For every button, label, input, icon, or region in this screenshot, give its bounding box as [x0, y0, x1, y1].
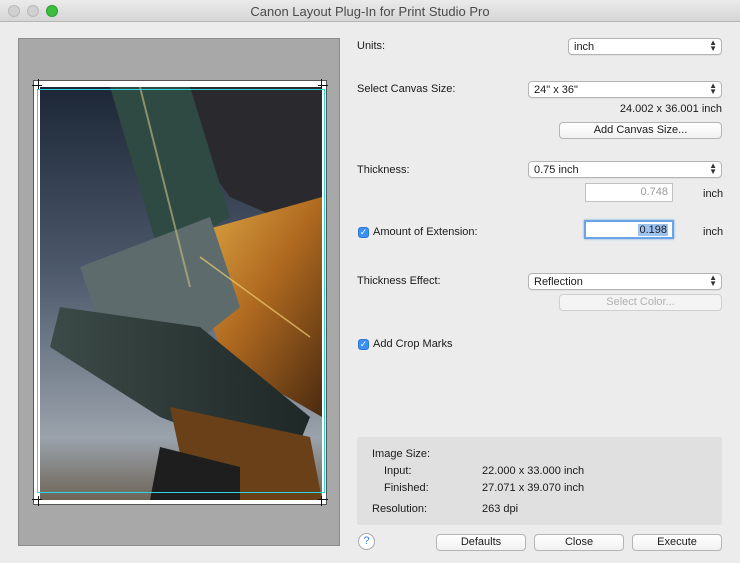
close-button[interactable]: Close	[534, 534, 624, 551]
crop-mark	[321, 79, 322, 89]
crop-mark	[318, 85, 328, 86]
input-value: 22.000 x 33.000 inch	[482, 465, 585, 477]
thickness-label: Thickness:	[357, 164, 410, 176]
title-bar: Canon Layout Plug-In for Print Studio Pr…	[0, 0, 740, 22]
stepper-chevron-icon: ▲ ▼	[709, 81, 717, 96]
stepper-chevron-icon: ▲ ▼	[709, 38, 717, 53]
finished-label: Finished:	[384, 482, 429, 494]
select-color-button[interactable]: Select Color...	[559, 294, 722, 311]
thickness-unit: inch	[703, 188, 724, 200]
crop-mark	[38, 79, 39, 89]
resolution-value: 263 dpi	[482, 503, 519, 515]
crop-mark	[38, 496, 39, 506]
window-title: Canon Layout Plug-In for Print Studio Pr…	[250, 4, 490, 19]
stepper-chevron-icon: ▲ ▼	[709, 161, 717, 176]
extension-field[interactable]: 0.198	[584, 220, 674, 239]
crop-mark	[32, 85, 42, 86]
units-select[interactable]: inch ▲ ▼	[568, 38, 722, 55]
crop-mark	[32, 499, 42, 500]
input-label: Input:	[384, 465, 412, 477]
thickness-effect-select[interactable]: Reflection ▲ ▼	[528, 273, 722, 290]
image-size-panel: Image Size: Input: 22.000 x 33.000 inch …	[357, 437, 722, 525]
extension-value: 0.198	[638, 224, 668, 236]
help-button[interactable]: ?	[358, 533, 375, 550]
thickness-select[interactable]: 0.75 inch ▲ ▼	[528, 161, 722, 178]
defaults-button[interactable]: Defaults	[436, 534, 526, 551]
extension-checkbox[interactable]: ✓	[358, 227, 369, 238]
canvas-paper	[32, 79, 328, 506]
crop-mark	[321, 496, 322, 506]
units-value: inch	[574, 41, 595, 53]
thickness-effect-value: Reflection	[534, 276, 583, 288]
extension-unit: inch	[703, 226, 724, 238]
thickness-value: 0.75 inch	[534, 164, 579, 176]
canvas-size-value: 24" x 36"	[534, 84, 578, 96]
crop-mark	[318, 499, 328, 500]
finished-value: 27.071 x 39.070 inch	[482, 482, 585, 494]
canvas-size-label: Select Canvas Size:	[357, 83, 456, 95]
thickness-field[interactable]: 0.748	[585, 183, 673, 202]
resolution-label: Resolution:	[372, 503, 428, 515]
execute-button[interactable]: Execute	[632, 534, 722, 551]
crop-marks-checkbox[interactable]: ✓	[358, 339, 369, 350]
extension-guide	[37, 89, 325, 493]
layout-preview	[18, 38, 340, 546]
canvas-size-select[interactable]: 24" x 36" ▲ ▼	[528, 81, 722, 98]
add-canvas-size-button[interactable]: Add Canvas Size...	[559, 122, 722, 139]
image-size-heading: Image Size:	[372, 448, 431, 460]
stepper-chevron-icon: ▲ ▼	[709, 273, 717, 288]
extension-label: Amount of Extension:	[373, 226, 478, 238]
thickness-effect-label: Thickness Effect:	[357, 275, 441, 287]
crop-marks-label: Add Crop Marks	[373, 338, 453, 350]
canvas-dimensions: 24.002 x 36.001 inch	[619, 103, 722, 115]
units-label: Units:	[357, 40, 386, 52]
